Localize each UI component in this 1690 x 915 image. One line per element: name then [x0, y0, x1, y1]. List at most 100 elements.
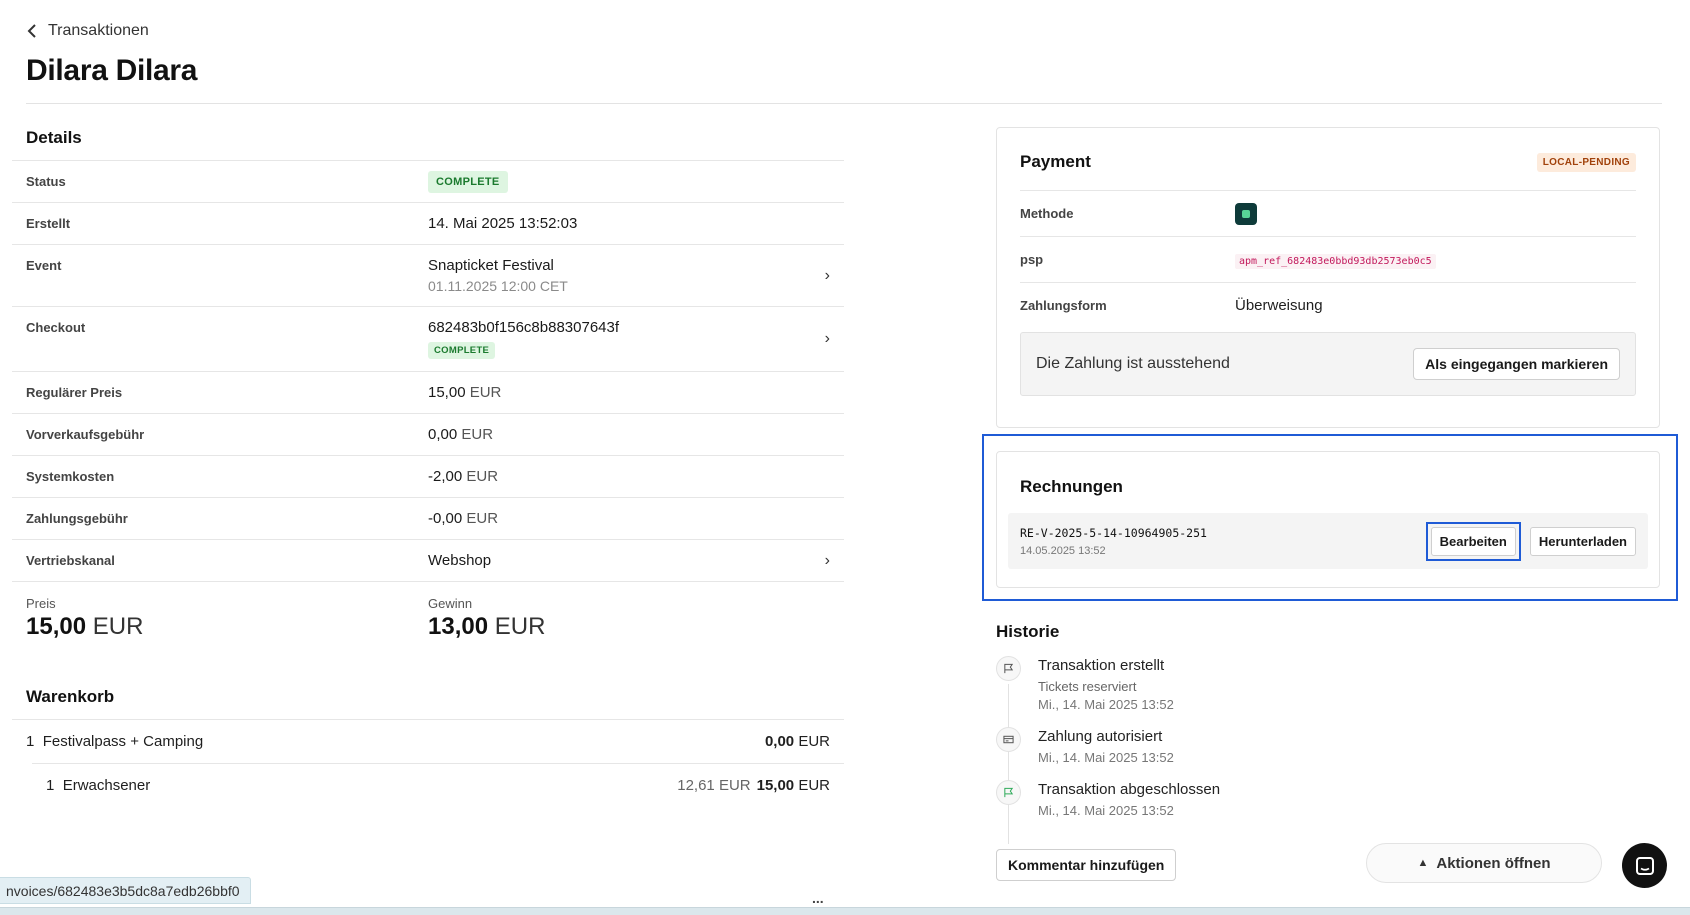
open-actions-button[interactable]: ▲ Aktionen öffnen [1366, 843, 1602, 883]
history-title: Transaktion abgeschlossen [1038, 781, 1221, 798]
regular-price-amount: 15,00 [428, 384, 466, 401]
detail-row-event[interactable]: Event Snapticket Festival 01.11.2025 12:… [12, 244, 844, 306]
price-amount: 15,00 [26, 613, 87, 640]
currency: EUR [92, 613, 144, 640]
chevron-right-icon[interactable]: › [825, 330, 830, 348]
currency: EUR [466, 468, 499, 485]
edit-invoice-button[interactable]: Bearbeiten [1430, 526, 1516, 556]
detail-row-payment-fee: Zahlungsgebühr -0,00 EUR [12, 497, 844, 539]
psp-label: psp [1020, 252, 1044, 267]
detail-row-status: Status COMPLETE [12, 160, 844, 202]
checkout-label: Checkout [26, 320, 86, 335]
chevron-right-icon[interactable]: › [825, 267, 830, 285]
open-actions-label: Aktionen öffnen [1436, 854, 1551, 872]
created-value: 14. Mai 2025 13:52:03 [428, 215, 578, 232]
card-icon [1003, 735, 1014, 744]
cart-sub-item: 1 Erwachsener 12,61 EUR 15,00 EUR [32, 763, 844, 807]
form-value: Überweisung [1235, 297, 1323, 314]
flag-icon [1004, 663, 1014, 674]
cart-section: Warenkorb 1 Festivalpass + Camping 0,00 … [12, 673, 844, 807]
history-timeline: Transaktion erstellt Tickets reserviert … [996, 656, 1220, 844]
cart-item-name: Festivalpass + Camping [42, 733, 204, 750]
bank-transfer-icon [1235, 202, 1257, 225]
cart-item-qty: 1 [26, 733, 35, 750]
more-dots: ... [812, 890, 824, 906]
checkout-id: 682483b0f156c8b88307643f [428, 319, 620, 336]
chat-launcher-button[interactable] [1622, 843, 1667, 888]
payment-heading: Payment [1020, 152, 1091, 171]
invoices-heading: Rechnungen [1020, 477, 1123, 496]
download-invoice-button[interactable]: Herunterladen [1529, 526, 1636, 556]
payment-pending-box: Die Zahlung ist ausstehend Als eingegang… [1020, 332, 1636, 396]
detail-row-channel[interactable]: Vertriebskanal Webshop › [12, 539, 844, 581]
status-bar-url: nvoices/682483e3b5dc8a7edb26bbf0 [0, 877, 251, 904]
price-label: Preis [26, 596, 56, 611]
currency: EUR [461, 426, 494, 443]
payment-status-badge: LOCAL-PENDING [1536, 152, 1636, 172]
add-comment-button[interactable]: Kommentar hinzufügen [996, 849, 1177, 881]
history-title: Zahlung autorisiert [1038, 728, 1163, 745]
cart-item-currency: EUR [798, 777, 830, 794]
edit-button-highlight: Bearbeiten [1425, 521, 1521, 561]
profit-label: Gewinn [428, 596, 473, 611]
channel-value: Webshop [428, 552, 492, 569]
presale-fee-label: Vorverkaufsgebühr [26, 427, 145, 442]
header-divider [26, 103, 1662, 104]
cart-item-amount: 15,00 [756, 777, 795, 794]
detail-row-presale-fee: Vorverkaufsgebühr 0,00 EUR [12, 413, 844, 455]
checkout-status-badge: COMPLETE [428, 342, 496, 359]
page-title: Dilara Dilara [26, 54, 198, 87]
event-date: 01.11.2025 12:00 CET [428, 278, 568, 294]
detail-row-created: Erstellt 14. Mai 2025 13:52:03 [12, 202, 844, 244]
cart-item-qty: 1 [46, 777, 55, 794]
chevron-right-icon[interactable]: › [825, 552, 830, 570]
invoice-row: RE-V-2025-5-14-10964905-251 14.05.2025 1… [1008, 513, 1648, 569]
details-heading: Details [26, 128, 82, 147]
invoice-date: 14.05.2025 13:52 [1020, 544, 1106, 557]
form-label: Zahlungsform [1020, 298, 1107, 313]
invoice-number: RE-V-2025-5-14-10964905-251 [1020, 525, 1207, 540]
system-costs-amount: -2,00 [428, 468, 463, 485]
event-name: Snapticket Festival [428, 257, 554, 274]
pending-text: Die Zahlung ist ausstehend [1036, 355, 1230, 372]
payment-fee-amount: -0,00 [428, 510, 463, 527]
window-bottom-bar [0, 907, 1690, 915]
detail-row-system-costs: Systemkosten -2,00 EUR [12, 455, 844, 497]
caret-up-icon: ▲ [1417, 857, 1429, 869]
totals-row: Preis 15,00 EUR Gewinn 13,00 EUR [12, 581, 844, 641]
history-item: Zahlung autorisiert Mi., 14. Mai 2025 13… [996, 727, 1220, 765]
cart-item-currency: EUR [798, 733, 830, 750]
detail-row-checkout[interactable]: Checkout 682483b0f156c8b88307643f COMPLE… [12, 306, 844, 371]
cart-item-name: Erwachsener [62, 777, 151, 794]
method-label: Methode [1020, 206, 1074, 221]
payment-row-psp: psp apm_ref_682483e0bbd93db2573eb0c5 [1020, 236, 1636, 282]
payment-card: Payment LOCAL-PENDING Methode psp apm_re… [996, 127, 1660, 428]
presale-fee-amount: 0,00 [428, 426, 458, 443]
payment-row-method: Methode [1020, 190, 1636, 236]
history-item: Transaktion erstellt Tickets reserviert … [996, 656, 1220, 712]
chevron-left-icon [27, 24, 36, 38]
flag-green-icon [1004, 787, 1014, 798]
back-link-label: Transaktionen [48, 22, 149, 39]
regular-price-label: Regulärer Preis [26, 385, 123, 400]
event-label: Event [26, 258, 62, 273]
cart-item: 1 Festivalpass + Camping 0,00 EUR [12, 719, 844, 763]
cart-item-amount: 0,00 [764, 733, 795, 750]
cart-item-net: 12,61 EUR [677, 777, 751, 794]
details-panel: Details Status COMPLETE Erstellt 14. Mai… [12, 114, 844, 807]
history-date: Mi., 14. Mai 2025 13:52 [1038, 750, 1174, 765]
cart-heading: Warenkorb [26, 687, 115, 706]
profit-amount: 13,00 [428, 613, 489, 640]
history-item: Transaktion abgeschlossen Mi., 14. Mai 2… [996, 780, 1220, 818]
payment-fee-label: Zahlungsgebühr [26, 511, 128, 526]
history-heading: Historie [996, 622, 1060, 641]
back-link[interactable]: Transaktionen [26, 22, 149, 40]
history-title: Transaktion erstellt [1038, 657, 1165, 674]
status-badge: COMPLETE [428, 171, 508, 193]
mark-received-button[interactable]: Als eingegangen markieren [1413, 348, 1620, 380]
history-date: Mi., 14. Mai 2025 13:52 [1038, 697, 1174, 712]
currency: EUR [494, 613, 546, 640]
history-subtitle: Tickets reserviert [1038, 679, 1137, 694]
status-label: Status [26, 174, 66, 189]
payment-row-form: Zahlungsform Überweisung [1020, 282, 1636, 328]
